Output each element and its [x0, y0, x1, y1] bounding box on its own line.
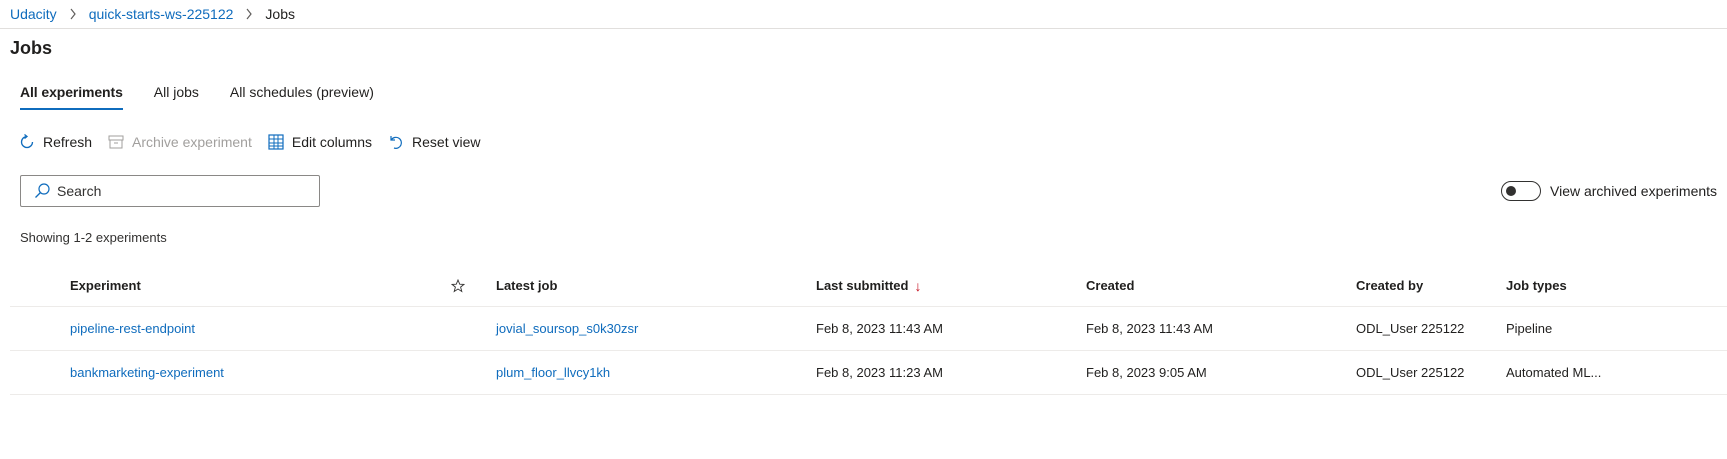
table-header-row: Experiment Latest job Last submitted ↓ C… [10, 265, 1727, 307]
view-archived-toggle-group: View archived experiments [1501, 181, 1717, 201]
table-row[interactable]: bankmarketing-experiment plum_floor_llvc… [10, 351, 1727, 395]
archive-icon [107, 133, 125, 151]
tab-all-schedules[interactable]: All schedules (preview) [220, 80, 384, 110]
breadcrumb-current: Jobs [265, 6, 295, 22]
chevron-right-icon [245, 8, 253, 20]
refresh-label: Refresh [43, 134, 93, 150]
column-header-last-submitted[interactable]: Last submitted ↓ [816, 265, 921, 306]
created-by-cell: ODL_User 225122 [1356, 321, 1465, 336]
edit-columns-button[interactable]: Edit columns [267, 133, 372, 151]
reset-view-button[interactable]: Reset view [387, 133, 480, 151]
table-row[interactable]: pipeline-rest-endpoint jovial_soursop_s0… [10, 307, 1727, 351]
job-types-cell: Automated ML... [1506, 365, 1602, 380]
edit-columns-label: Edit columns [291, 134, 373, 150]
last-submitted-cell: Feb 8, 2023 11:23 AM [816, 365, 943, 380]
refresh-icon [18, 133, 36, 151]
search-icon [33, 182, 51, 200]
experiment-link[interactable]: pipeline-rest-endpoint [70, 307, 195, 350]
reset-view-label: Reset view [412, 134, 481, 150]
toggle-knob [1506, 186, 1516, 196]
star-icon[interactable] [451, 265, 465, 306]
column-header-created[interactable]: Created [1086, 265, 1134, 306]
created-cell: Feb 8, 2023 9:05 AM [1086, 365, 1207, 380]
experiments-table: Experiment Latest job Last submitted ↓ C… [10, 265, 1727, 395]
tab-all-jobs[interactable]: All jobs [144, 80, 209, 110]
search-input[interactable] [57, 183, 297, 199]
tab-all-experiments[interactable]: All experiments [10, 80, 133, 110]
page-title: Jobs [10, 38, 53, 58]
created-by-cell: ODL_User 225122 [1356, 365, 1465, 380]
created-cell: Feb 8, 2023 11:43 AM [1086, 321, 1213, 336]
archive-experiment-button[interactable]: Archive experiment [107, 133, 252, 151]
sort-descending-icon: ↓ [914, 277, 922, 294]
table-columns-icon [267, 133, 285, 151]
chevron-right-icon [69, 8, 77, 20]
search-box[interactable] [20, 175, 320, 207]
refresh-button[interactable]: Refresh [18, 133, 92, 151]
archive-label: Archive experiment [132, 134, 252, 150]
view-archived-label: View archived experiments [1550, 183, 1718, 199]
latest-job-link[interactable]: plum_floor_llvcy1kh [496, 351, 610, 394]
breadcrumb-workspace-root[interactable]: Udacity [10, 6, 57, 22]
undo-icon [387, 133, 405, 151]
tab-list: All experiments All jobs All schedules (… [10, 80, 395, 110]
last-submitted-label: Last submitted [816, 278, 909, 293]
column-header-job-types[interactable]: Job types [1506, 265, 1567, 306]
job-types-cell: Pipeline [1506, 321, 1553, 336]
result-count: Showing 1-2 experiments [20, 230, 167, 245]
breadcrumb: Udacity quick-starts-ws-225122 Jobs [0, 0, 1727, 29]
column-header-experiment[interactable]: Experiment [70, 265, 141, 306]
experiment-link[interactable]: bankmarketing-experiment [70, 351, 224, 394]
column-header-latest-job[interactable]: Latest job [496, 265, 557, 306]
view-archived-toggle[interactable] [1501, 181, 1541, 201]
latest-job-link[interactable]: jovial_soursop_s0k30zsr [496, 307, 638, 350]
last-submitted-cell: Feb 8, 2023 11:43 AM [816, 321, 943, 336]
breadcrumb-workspace[interactable]: quick-starts-ws-225122 [89, 6, 234, 22]
column-header-created-by[interactable]: Created by [1356, 265, 1423, 306]
toolbar: Refresh Archive experiment Edit columns … [18, 133, 495, 151]
